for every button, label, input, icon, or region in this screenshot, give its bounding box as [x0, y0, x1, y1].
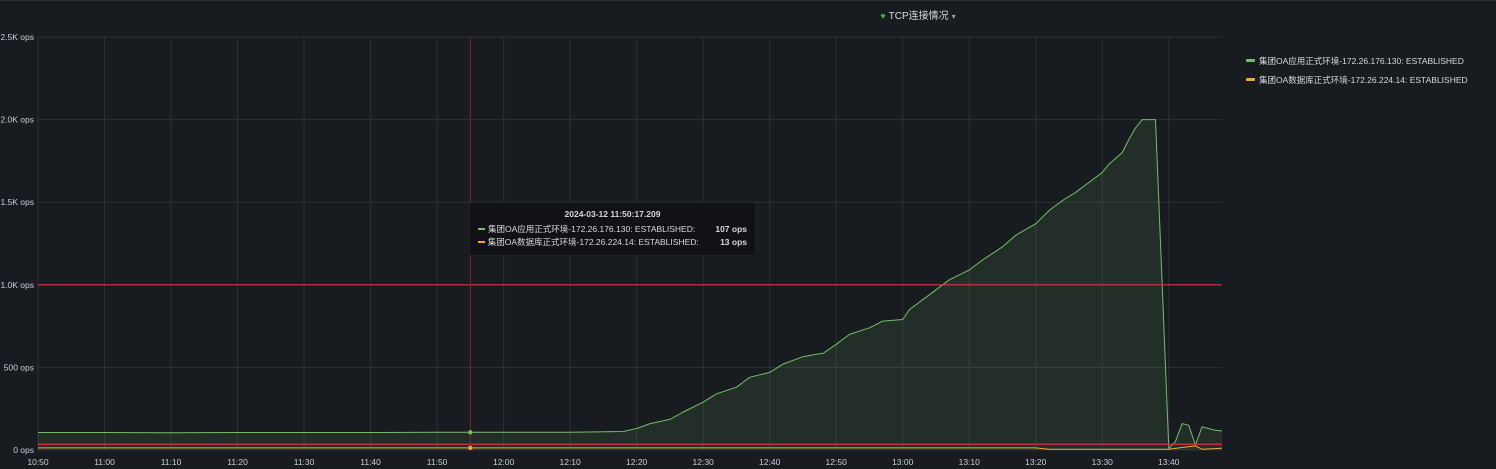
tooltip-series-value: 107 ops: [715, 223, 747, 234]
tooltip-series-name: 集团OA应用正式环境-172.26.176.130: ESTABLISHED:: [488, 223, 696, 234]
x-tick-label: 13:10: [959, 457, 981, 467]
legend-swatch: [1246, 59, 1255, 62]
legend-label: 集团OA应用正式环境-172.26.176.130: ESTABLISHED: [1259, 55, 1464, 66]
x-tick-label: 13:40: [1158, 457, 1180, 467]
tooltip-row: 集团OA数据库正式环境-172.26.224.14: ESTABLISHED: …: [478, 235, 747, 248]
x-tick-label: 11:20: [227, 457, 248, 467]
x-tick-label: 10:50: [27, 457, 49, 467]
x-tick-label: 12:30: [693, 457, 715, 467]
x-tick-label: 12:10: [559, 457, 581, 467]
x-tick-label: 11:00: [94, 457, 115, 467]
legend-item[interactable]: 集团OA数据库正式环境-172.26.224.14: ESTABLISHED: [1246, 70, 1492, 89]
x-tick-label: 12:00: [493, 457, 515, 467]
tooltip-series-name: 集团OA数据库正式环境-172.26.224.14: ESTABLISHED:: [487, 236, 699, 247]
x-tick-label: 12:40: [759, 457, 781, 467]
legend-label: 集团OA数据库正式环境-172.26.224.14: ESTABLISHED: [1259, 74, 1468, 85]
chart-panel: ♥ TCP连接情况 ▾ 0 ops 500 ops 1.0K ops 1.5K ops 2.…: [0, 0, 1496, 469]
y-tick-label: 500 ops: [4, 362, 34, 372]
crosshair-point: [468, 445, 473, 451]
crosshair-point: [468, 430, 473, 435]
x-tick-label: 12:50: [826, 457, 848, 467]
legend: 集团OA应用正式环境-172.26.176.130: ESTABLISHED 集…: [1246, 51, 1492, 89]
y-tick-label: 1.5K ops: [0, 197, 34, 207]
x-tick-label: 11:30: [294, 457, 315, 467]
x-tick-label: 13:00: [892, 457, 914, 467]
hover-tooltip: 2024-03-12 11:50:17.209 集团OA应用正式环境-172.2…: [469, 202, 756, 256]
tooltip-series-value: 13 ops: [720, 236, 747, 247]
tooltip-swatch: [478, 240, 485, 243]
x-tick-label: 12:20: [626, 457, 648, 467]
x-tick-label: 11:10: [161, 457, 182, 467]
x-tick-label: 11:40: [360, 457, 381, 467]
tooltip-time: 2024-03-12 11:50:17.209: [564, 209, 661, 219]
tooltip-row: 集团OA应用正式环境-172.26.176.130: ESTABLISHED: …: [478, 222, 747, 235]
y-tick-label: 2.5K ops: [0, 32, 34, 42]
x-tick-label: 13:20: [1025, 457, 1047, 467]
y-tick-label: 2.0K ops: [0, 115, 34, 125]
x-tick-label: 11:50: [427, 457, 448, 467]
y-tick-label: 1.0K ops: [0, 280, 34, 290]
tooltip-swatch: [478, 227, 485, 230]
legend-swatch: [1246, 78, 1255, 81]
y-tick-label: 0 ops: [13, 445, 34, 455]
x-tick-label: 13:30: [1092, 457, 1114, 467]
legend-item[interactable]: 集团OA应用正式环境-172.26.176.130: ESTABLISHED: [1246, 51, 1492, 70]
